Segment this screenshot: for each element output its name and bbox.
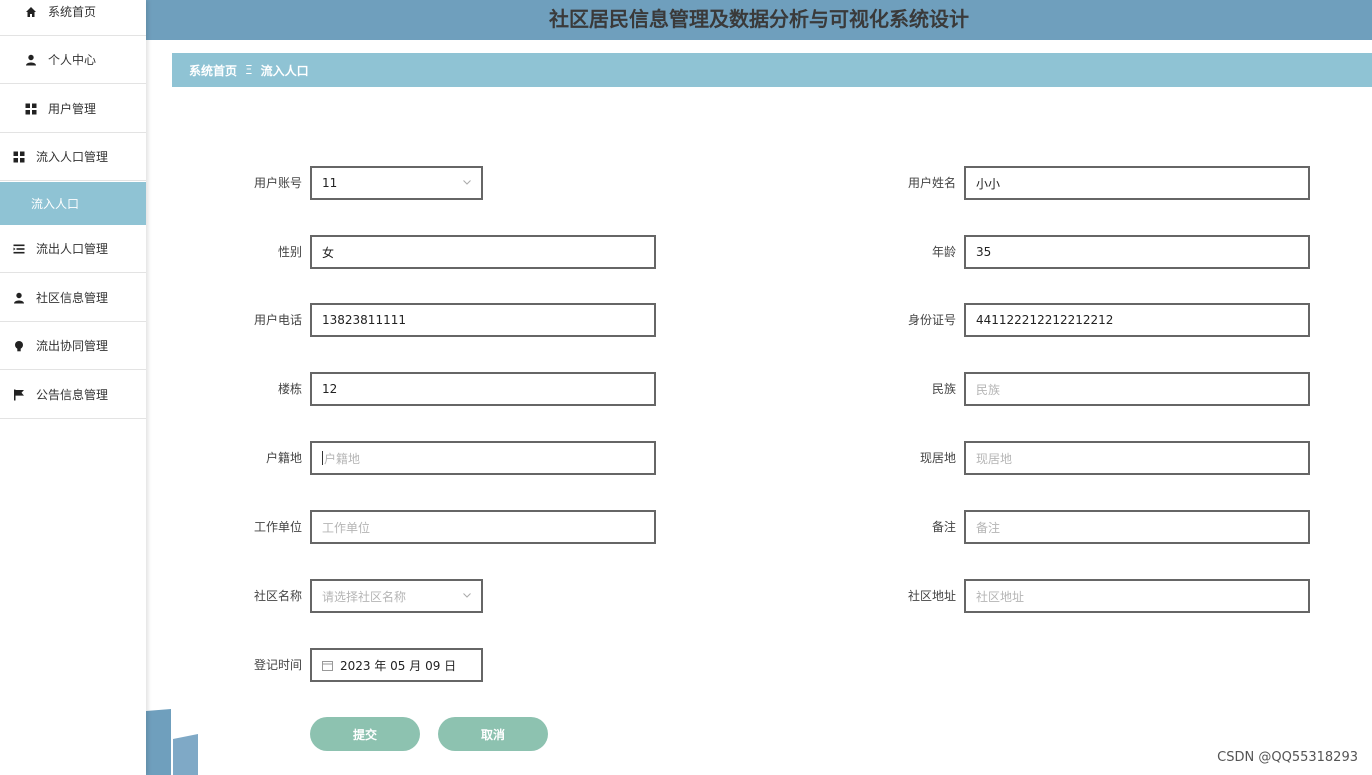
sidebar-item-community[interactable]: 社区信息管理 <box>0 274 146 322</box>
workplace-label: 工作单位 <box>253 520 302 534</box>
remark-field[interactable]: 备注 <box>964 510 1310 544</box>
sidebar-item-outflow-management[interactable]: 流出人口管理 <box>0 225 146 273</box>
breadcrumb-separator: Ξ <box>245 63 253 77</box>
phone-field[interactable]: 13823811111 <box>310 303 656 337</box>
chevron-down-icon <box>463 180 471 185</box>
account-label: 用户账号 <box>253 176 302 190</box>
flag-icon <box>12 388 26 402</box>
residence-label: 现居地 <box>919 451 956 465</box>
phone-label: 用户电话 <box>253 313 302 327</box>
sidebar-item-label: 公告信息管理 <box>36 388 109 402</box>
home-icon <box>24 5 38 19</box>
idcard-label: 身份证号 <box>907 313 956 327</box>
building-label: 楼栋 <box>277 382 302 396</box>
breadcrumb: 系统首页 Ξ 流入人口 <box>172 53 1372 87</box>
hometown-placeholder: 户籍地 <box>324 451 361 466</box>
age-label: 年龄 <box>931 245 956 259</box>
sidebar-item-label: 个人中心 <box>48 53 97 67</box>
grid-icon <box>12 150 26 164</box>
sidebar: 系统首页 个人中心 用户管理 流入人口管理 流入人口 流出人口管理 社区信息管理 <box>0 0 146 775</box>
cancel-button[interactable]: 取消 <box>438 717 548 751</box>
submit-button[interactable]: 提交 <box>310 717 420 751</box>
grid-icon <box>24 102 38 116</box>
hometown-label: 户籍地 <box>265 451 302 465</box>
page-title: 社区居民信息管理及数据分析与可视化系统设计 <box>549 7 969 31</box>
account-value: 11 <box>322 176 338 190</box>
community-placeholder: 请选择社区名称 <box>322 589 407 604</box>
gender-field[interactable]: 女 <box>310 235 656 269</box>
regtime-datepicker[interactable]: 2023 年 05 月 09 日 <box>310 648 483 682</box>
age-field[interactable]: 35 <box>964 235 1310 269</box>
sidebar-item-label: 流入人口管理 <box>36 150 109 164</box>
name-label: 用户姓名 <box>907 176 956 190</box>
sidebar-item-notices[interactable]: 公告信息管理 <box>0 371 146 419</box>
regtime-value: 2023 年 05 月 09 日 <box>340 658 457 673</box>
ethnicity-field[interactable]: 民族 <box>964 372 1310 406</box>
regtime-label: 登记时间 <box>253 658 302 672</box>
sidebar-item-inflow-management[interactable]: 流入人口管理 <box>0 133 146 181</box>
sidebar-item-home[interactable]: 系统首页 <box>0 0 146 36</box>
sidebar-item-users[interactable]: 用户管理 <box>0 85 146 133</box>
building-field[interactable]: 12 <box>310 372 656 406</box>
text-cursor <box>322 451 323 465</box>
address-label: 社区地址 <box>907 589 956 603</box>
bulb-icon <box>12 339 26 353</box>
breadcrumb-current: 流入人口 <box>260 63 309 78</box>
breadcrumb-home[interactable]: 系统首页 <box>189 62 237 79</box>
building-decoration <box>146 709 198 775</box>
calendar-icon <box>322 660 333 671</box>
hometown-field[interactable]: 户籍地 <box>310 441 656 475</box>
workplace-field[interactable]: 工作单位 <box>310 510 656 544</box>
sidebar-item-label: 社区信息管理 <box>36 291 109 305</box>
sidebar-item-outflow-collab[interactable]: 流出协同管理 <box>0 322 146 370</box>
name-field[interactable]: 小小 <box>964 166 1310 200</box>
sidebar-item-label: 系统首页 <box>48 5 97 19</box>
remark-label: 备注 <box>931 520 956 534</box>
sidebar-item-inflow[interactable]: 流入人口 <box>0 182 146 225</box>
sidebar-item-label: 用户管理 <box>48 102 97 116</box>
user-icon <box>24 53 38 67</box>
residence-field[interactable]: 现居地 <box>964 441 1310 475</box>
ethnicity-label: 民族 <box>931 382 956 396</box>
chevron-down-icon <box>463 593 471 598</box>
account-select[interactable]: 11 <box>310 166 483 200</box>
watermark: CSDN @QQ55318293 <box>1217 750 1358 765</box>
idcard-field[interactable]: 441122212212212212 <box>964 303 1310 337</box>
community-select[interactable]: 请选择社区名称 <box>310 579 483 613</box>
sidebar-item-label: 流出人口管理 <box>36 242 109 256</box>
list-icon <box>12 242 26 256</box>
community-label: 社区名称 <box>253 589 302 603</box>
sidebar-item-profile[interactable]: 个人中心 <box>0 36 146 84</box>
gender-label: 性别 <box>277 245 302 259</box>
address-field[interactable]: 社区地址 <box>964 579 1310 613</box>
sidebar-item-label: 流出协同管理 <box>36 339 109 353</box>
sidebar-item-label: 流入人口 <box>31 197 80 211</box>
user-icon <box>12 291 26 305</box>
